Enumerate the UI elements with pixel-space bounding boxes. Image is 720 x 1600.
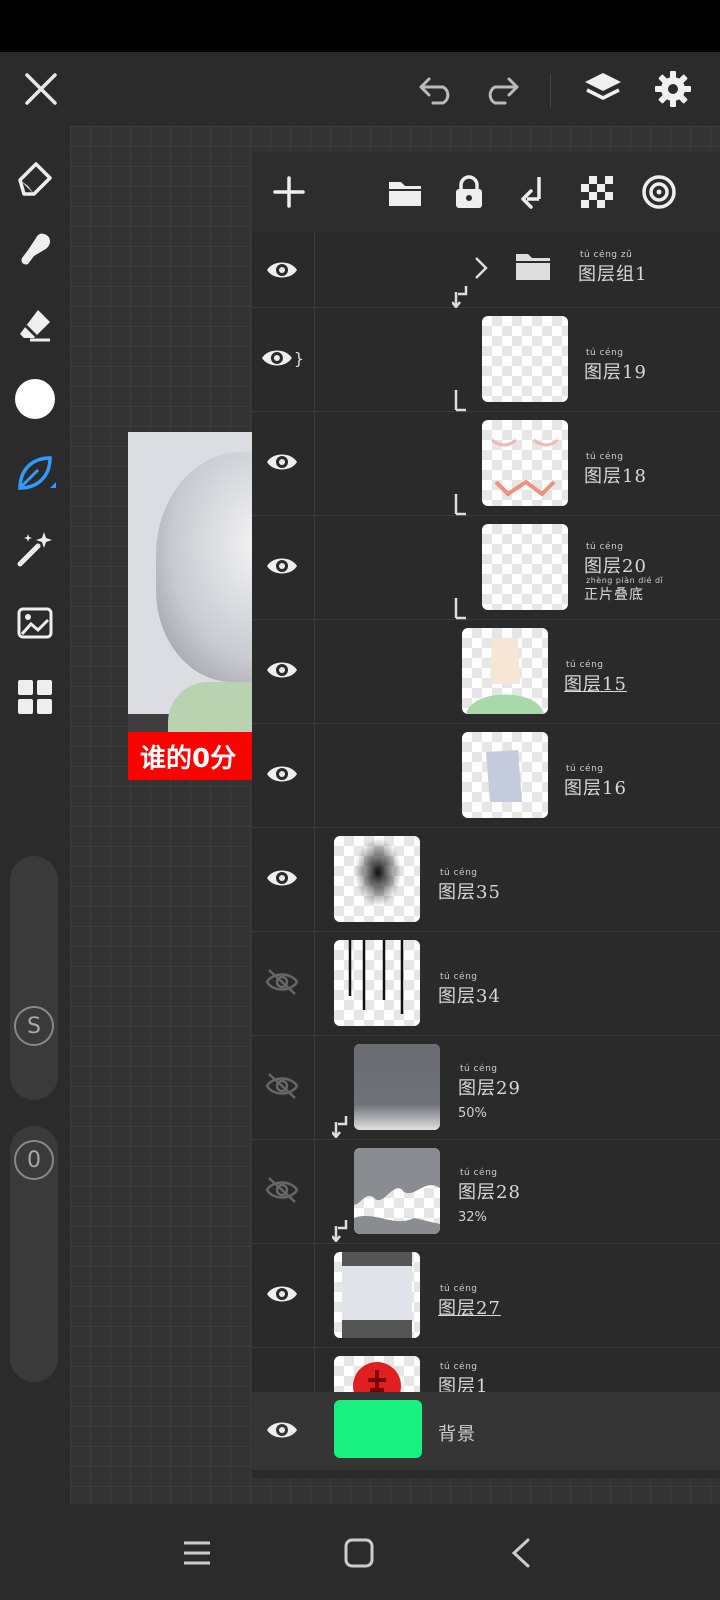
layer-thumbnail: [462, 628, 548, 714]
layer-name: 图层34: [438, 986, 501, 1007]
layer-name: 图层27: [438, 1298, 501, 1319]
brush-size-slider[interactable]: S: [10, 856, 58, 1100]
clip-arrow-icon: [451, 286, 470, 310]
eye-off-icon[interactable]: [260, 1168, 304, 1212]
smudge-icon[interactable]: [12, 226, 58, 272]
merge-down-icon[interactable]: [510, 169, 556, 215]
layer-name: 图层28: [458, 1182, 521, 1203]
eye-off-icon[interactable]: [260, 960, 304, 1004]
group-folder-icon: [514, 250, 552, 286]
layer-name: 图层18: [584, 466, 647, 487]
layer-name: 图层35: [438, 882, 501, 903]
layer-thumbnail: [334, 1252, 420, 1338]
system-nav-bar: [0, 1506, 720, 1600]
add-layer-icon[interactable]: [266, 169, 312, 215]
background-color-swatch[interactable]: [334, 1400, 422, 1458]
layer-row[interactable]: tú céng zǔ 图层组1: [252, 232, 720, 310]
eye-off-icon[interactable]: [260, 1064, 304, 1108]
status-bar: [0, 0, 720, 52]
layer-row[interactable]: tú céng 图层34: [252, 932, 720, 1036]
clip-arrow-icon: [331, 1220, 350, 1244]
top-bar: [0, 52, 720, 126]
layer-thumbnail: [462, 732, 548, 818]
layer-name: 图层15: [564, 674, 627, 695]
layers-icon[interactable]: [580, 66, 626, 112]
undo-icon[interactable]: [414, 66, 460, 112]
color-swatch[interactable]: [12, 376, 58, 422]
recent-apps-icon[interactable]: [174, 1530, 220, 1576]
layer-name: 图层16: [564, 778, 627, 799]
lock-icon[interactable]: [446, 169, 492, 215]
close-icon[interactable]: [18, 66, 64, 112]
layer-thumbnail: [334, 836, 420, 922]
layer-row[interactable]: } tú céng 图层19: [252, 308, 720, 412]
gallery-grid-icon[interactable]: [12, 674, 58, 720]
opacity-label: 32%: [458, 1210, 487, 1225]
eye-icon[interactable]: [260, 856, 304, 900]
toolbar-divider: [550, 74, 551, 108]
layer-row[interactable]: tú céng 图层28 32%: [252, 1140, 720, 1244]
eye-icon[interactable]: [260, 1272, 304, 1316]
brush-opacity-knob[interactable]: 0: [14, 1140, 54, 1180]
background-layer-row[interactable]: 背景: [252, 1392, 720, 1470]
layer-thumbnail: [482, 420, 568, 506]
layer-row[interactable]: tú céng 图层29 50%: [252, 1036, 720, 1140]
left-toolbar: S 0: [0, 126, 70, 1506]
gear-icon[interactable]: [650, 66, 696, 112]
layer-thumbnail: [482, 524, 568, 610]
layer-thumbnail: [334, 940, 420, 1026]
magic-wand-icon[interactable]: [12, 526, 58, 572]
image-import-icon[interactable]: [12, 600, 58, 646]
home-icon[interactable]: [336, 1530, 382, 1576]
eye-icon[interactable]: [260, 752, 304, 796]
opacity-label: 50%: [458, 1106, 487, 1121]
layer-name: 图层组1: [578, 264, 648, 285]
clip-arrow-icon: [452, 494, 470, 516]
layers-panel: tú céng zǔ 图层组1 } tú céng 图层19 tú céng 图…: [252, 152, 720, 1478]
layer-row[interactable]: tú céng 图层35: [252, 828, 720, 932]
layer-thumbnail: [354, 1044, 440, 1130]
layer-row[interactable]: tú céng 图层27: [252, 1244, 720, 1348]
eye-icon[interactable]: [260, 1408, 304, 1452]
layer-row[interactable]: tú céng 图层15: [252, 620, 720, 724]
layers-list[interactable]: tú céng zǔ 图层组1 } tú céng 图层19 tú céng 图…: [252, 232, 720, 1400]
back-icon[interactable]: [498, 1530, 544, 1576]
layer-name: 背景: [438, 1424, 476, 1445]
brush-size-knob[interactable]: S: [14, 1006, 54, 1046]
layers-toolbar: [252, 152, 720, 232]
eye-icon[interactable]: [260, 440, 304, 484]
layer-name: 图层29: [458, 1078, 521, 1099]
transparency-icon[interactable]: [574, 169, 620, 215]
eye-icon[interactable]: }: [260, 336, 304, 380]
blend-mode-label: 正片叠底: [584, 587, 644, 603]
layer-row[interactable]: tú céng 图层16: [252, 724, 720, 828]
eraser-icon[interactable]: [12, 302, 58, 348]
redo-icon[interactable]: [478, 66, 524, 112]
clip-arrow-icon: [452, 390, 470, 412]
clip-arrow-icon: [331, 1116, 350, 1140]
layer-thumbnail: [354, 1148, 440, 1234]
eye-icon[interactable]: [260, 544, 304, 588]
layer-thumbnail: [482, 316, 568, 402]
layer-row[interactable]: tú céng 图层20 zhèng piàn dié dǐ 正片叠底: [252, 516, 720, 620]
clip-arrow-icon: [452, 598, 470, 620]
eye-icon[interactable]: [260, 648, 304, 692]
folder-icon[interactable]: [382, 169, 428, 215]
brush-opacity-slider[interactable]: 0: [10, 1126, 58, 1382]
brush-leaf-icon[interactable]: [12, 450, 58, 496]
pen-icon[interactable]: [12, 156, 58, 202]
eye-icon[interactable]: [260, 248, 304, 292]
chevron-right-icon[interactable]: [474, 256, 488, 284]
layer-row[interactable]: tú céng 图层18: [252, 412, 720, 516]
target-icon[interactable]: [636, 169, 682, 215]
layer-name: 图层20: [584, 556, 647, 577]
layer-name: 图层19: [584, 362, 647, 383]
